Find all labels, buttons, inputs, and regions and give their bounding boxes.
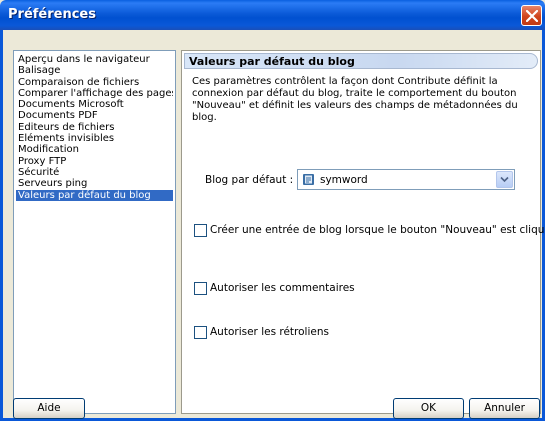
panel-title: Valeurs par défaut du blog (189, 55, 355, 68)
category-item[interactable]: Comparaison de fichiers (16, 77, 173, 88)
category-item[interactable]: Sécurité (16, 167, 173, 178)
category-item[interactable]: Serveurs ping (16, 178, 173, 189)
category-item[interactable]: Editeurs de fichiers (16, 122, 173, 133)
category-item[interactable]: Modification (16, 144, 173, 155)
window-title: Préférences (8, 7, 96, 22)
blog-default-value: symword (320, 174, 368, 186)
panel-description: Ces paramètres contrôlent la façon dont … (192, 76, 518, 123)
create-entry-checkbox[interactable] (194, 223, 207, 237)
trackbacks-label: Autoriser les rétroliens (210, 326, 329, 338)
trackbacks-checkbox[interactable] (194, 325, 207, 339)
category-item[interactable]: Proxy FTP (16, 156, 173, 167)
blog-default-label: Blog par défaut : (205, 174, 294, 186)
create-entry-option[interactable]: Créer une entrée de blog lorsque le bout… (194, 223, 545, 237)
settings-panel: Valeurs par défaut du blog Ces paramètre… (181, 50, 545, 414)
category-list[interactable]: Aperçu dans le navigateur Balisage Compa… (13, 50, 176, 414)
category-item-selected[interactable]: Valeurs par défaut du blog (16, 189, 173, 201)
comments-option[interactable]: Autoriser les commentaires (194, 281, 355, 295)
category-item[interactable]: Comparer l'affichage des pages (16, 88, 173, 99)
trackbacks-option[interactable]: Autoriser les rétroliens (194, 325, 329, 339)
create-entry-label: Créer une entrée de blog lorsque le bout… (210, 224, 545, 236)
title-bar: Préférences (0, 0, 545, 30)
panel-header: Valeurs par défaut du blog (184, 53, 538, 69)
ok-button[interactable]: OK (393, 398, 464, 419)
comments-checkbox[interactable] (194, 281, 207, 295)
category-item[interactable]: Balisage (16, 65, 173, 76)
category-item[interactable]: Documents PDF (16, 110, 173, 121)
comments-label: Autoriser les commentaires (210, 282, 355, 294)
category-item[interactable]: Documents Microsoft (16, 99, 173, 110)
dropdown-button[interactable] (496, 171, 513, 188)
chevron-down-icon (500, 176, 509, 183)
close-button[interactable] (521, 5, 542, 26)
blog-default-select[interactable]: symword (297, 169, 515, 190)
close-icon (526, 10, 538, 22)
category-item[interactable]: Eléments invisibles (16, 133, 173, 144)
help-button[interactable]: Aide (13, 398, 85, 419)
blog-icon (303, 174, 314, 185)
dialog-body: Aperçu dans le navigateur Balisage Compa… (0, 30, 545, 421)
category-item[interactable]: Aperçu dans le navigateur (16, 54, 173, 65)
cancel-button[interactable]: Annuler (469, 398, 540, 419)
